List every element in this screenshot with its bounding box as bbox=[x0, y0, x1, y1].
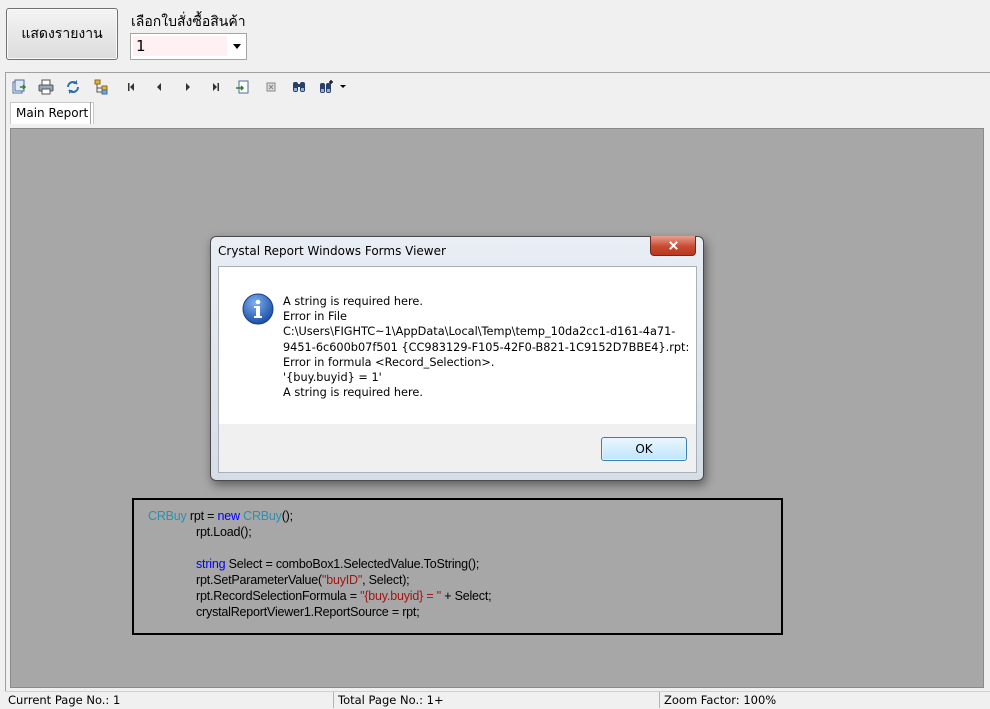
total-page-status: Total Page No.: 1+ bbox=[338, 693, 444, 707]
status-bar bbox=[5, 691, 990, 709]
first-page-icon[interactable] bbox=[122, 78, 140, 96]
order-select[interactable]: 1 bbox=[130, 33, 247, 60]
code-line-5: rpt.RecordSelectionFormula = "{buy.buyid… bbox=[196, 589, 492, 603]
refresh-icon[interactable] bbox=[64, 78, 82, 96]
code-token: + Select; bbox=[440, 589, 492, 603]
goto-page-icon[interactable] bbox=[234, 78, 252, 96]
code-token: Select = comboBox1.SelectedValue.ToStrin… bbox=[225, 557, 480, 571]
tab-divider bbox=[90, 102, 91, 124]
group-tree-icon[interactable] bbox=[93, 78, 111, 96]
close-icon bbox=[668, 241, 678, 250]
code-token: rpt.RecordSelectionFormula = bbox=[196, 589, 361, 603]
zoom-factor-status: Zoom Factor: 100% bbox=[664, 693, 777, 707]
code-line-4: rpt.SetParameterValue("buyID", Select); bbox=[196, 573, 410, 587]
close-button[interactable] bbox=[650, 236, 696, 256]
next-page-icon[interactable] bbox=[179, 78, 197, 96]
code-token: "{buy.buyid} = " bbox=[360, 589, 441, 603]
code-token: "buyID" bbox=[321, 573, 363, 587]
status-divider bbox=[333, 692, 334, 708]
message-line: Error in formula <Record_Selection>. bbox=[283, 355, 495, 369]
viewer-toolbar bbox=[6, 76, 406, 98]
message-line: C:\Users\FIGHTC~1\AppData\Local\Temp\tem… bbox=[283, 325, 676, 339]
order-select-value: 1 bbox=[133, 36, 227, 56]
code-token: (); bbox=[281, 509, 293, 523]
zoom-icon[interactable] bbox=[318, 78, 350, 96]
message-line: A string is required here. bbox=[283, 295, 423, 308]
code-token: rpt = bbox=[186, 509, 218, 523]
last-page-icon[interactable] bbox=[207, 78, 225, 96]
current-page-status: Current Page No.: 1 bbox=[8, 693, 121, 707]
message-line: A string is required here. bbox=[283, 386, 423, 400]
code-token: rpt.SetParameterValue( bbox=[196, 573, 322, 587]
code-token: string bbox=[196, 557, 226, 571]
stop-icon[interactable] bbox=[262, 78, 280, 96]
code-token: new bbox=[217, 509, 241, 523]
code-token: CRBuy bbox=[148, 509, 187, 523]
code-token: CRBuy bbox=[243, 509, 282, 523]
message-line: Error in File bbox=[283, 310, 347, 324]
chevron-down-icon[interactable] bbox=[233, 44, 241, 49]
dialog-title: Crystal Report Windows Forms Viewer bbox=[218, 244, 446, 258]
previous-page-icon[interactable] bbox=[150, 78, 168, 96]
code-line-1: CRBuy rpt = new CRBuy(); bbox=[148, 509, 293, 523]
code-line-2: rpt.Load(); bbox=[196, 525, 252, 539]
message-line: 9451-6c600b07f501 {CC983129-F105-42F0-B8… bbox=[283, 340, 690, 354]
code-line-6: crystalReportViewer1.ReportSource = rpt; bbox=[196, 605, 420, 619]
search-icon[interactable] bbox=[290, 78, 308, 96]
chevron-down-icon[interactable] bbox=[340, 85, 346, 88]
export-icon[interactable] bbox=[10, 78, 28, 96]
show-report-button[interactable]: แสดงรายงาน bbox=[6, 8, 118, 60]
status-divider bbox=[659, 692, 660, 708]
ok-button[interactable]: OK bbox=[601, 437, 687, 461]
dialog-message: A string is required here. Error in File… bbox=[283, 294, 690, 400]
info-icon bbox=[242, 293, 274, 325]
code-token: , Select); bbox=[362, 573, 410, 587]
select-order-label: เลือกใบสั่งซื้อสินค้า bbox=[131, 14, 246, 30]
message-line: '{buy.buyid} = 1' bbox=[283, 371, 382, 385]
print-icon[interactable] bbox=[37, 78, 55, 96]
code-line-3: string Select = comboBox1.SelectedValue.… bbox=[196, 557, 479, 571]
tab-main-report[interactable]: Main Report bbox=[10, 102, 95, 124]
